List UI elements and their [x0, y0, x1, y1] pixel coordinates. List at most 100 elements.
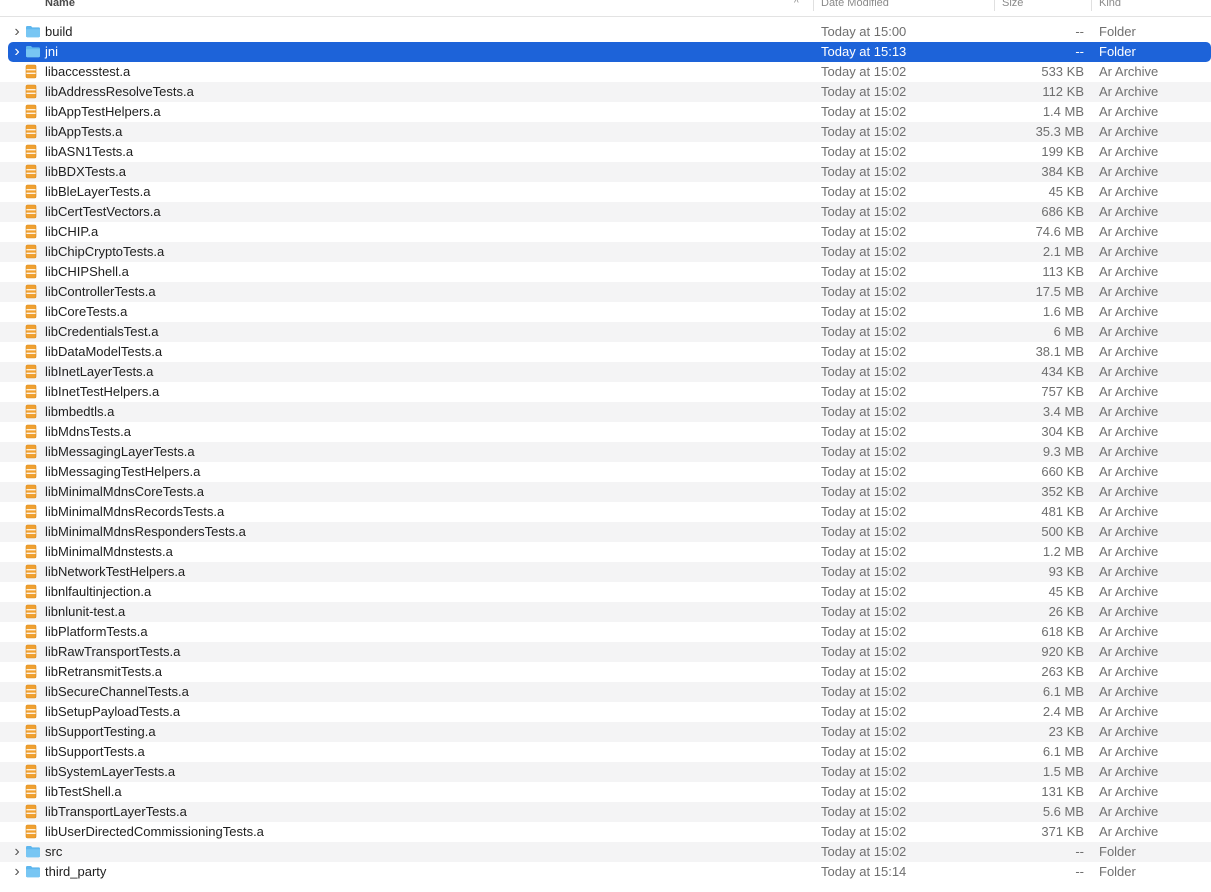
column-divider[interactable]	[994, 0, 995, 11]
column-header-size[interactable]: Size	[1002, 0, 1084, 16]
disclosure-chevron-icon[interactable]: ›	[12, 862, 22, 882]
folder-row[interactable]: › build Today at 15:00 -- Folder	[0, 22, 1211, 42]
file-row[interactable]: libAppTests.a Today at 15:02 35.3 MB Ar Arc…	[0, 122, 1211, 142]
column-divider[interactable]	[1091, 0, 1092, 11]
file-name: libMinimalMdnsRecordsTests.a	[45, 504, 225, 519]
disclosure-chevron-icon[interactable]: ›	[12, 22, 22, 42]
file-row[interactable]: libRawTransportTests.a Today at 15:02 920 …	[0, 642, 1211, 662]
file-row[interactable]: libTransportLayerTests.a Today at 15:02 5.…	[0, 802, 1211, 822]
file-row[interactable]: libRetransmitTests.a Today at 15:02 263 KB…	[0, 662, 1211, 682]
date-modified: Today at 15:02	[821, 204, 907, 219]
folder-name: jni	[45, 44, 59, 59]
file-row[interactable]: libUserDirectedCommissioningTests.a Today…	[0, 822, 1211, 842]
file-row[interactable]: libSecureChannelTests.a Today at 15:02 6.1…	[0, 682, 1211, 702]
file-row[interactable]: libMdnsTests.a Today at 15:02 304 KB Ar Arc…	[0, 422, 1211, 442]
file-row[interactable]: libnlunit-test.a Today at 15:02 26 KB Ar Ar…	[0, 602, 1211, 622]
file-kind: Ar Archive	[1099, 564, 1159, 579]
file-row[interactable]: libSystemLayerTests.a Today at 15:02 1.5 M…	[0, 762, 1211, 782]
file-kind: Ar Archive	[1099, 604, 1159, 619]
file-size: 500 KB	[1041, 524, 1084, 539]
file-kind: Ar Archive	[1099, 384, 1159, 399]
file-row[interactable]: libChipCryptoTests.a Today at 15:02 2.1 MB…	[0, 242, 1211, 262]
file-kind: Ar Archive	[1099, 664, 1159, 679]
file-row[interactable]: libAddressResolveTests.a Today at 15:02 11…	[0, 82, 1211, 102]
file-size: 93 KB	[1048, 564, 1084, 579]
file-row[interactable]: libNetworkTestHelpers.a Today at 15:02 93 …	[0, 562, 1211, 582]
file-size: 371 KB	[1041, 824, 1084, 839]
date-modified: Today at 15:02	[821, 284, 907, 299]
archive-icon	[25, 282, 41, 304]
file-size: 352 KB	[1041, 484, 1084, 499]
file-name: libMessagingLayerTests.a	[45, 444, 195, 459]
file-kind: Ar Archive	[1099, 824, 1159, 839]
folder-row[interactable]: › jni Today at 15:13 -- Folder	[8, 42, 1211, 62]
file-name: libUserDirectedCommissioningTests.a	[45, 824, 264, 839]
file-kind: Ar Archive	[1099, 164, 1159, 179]
file-kind: Ar Archive	[1099, 144, 1159, 159]
file-kind: Folder	[1099, 44, 1136, 59]
file-row[interactable]: libaccesstest.a Today at 15:02 533 KB Ar Ar…	[0, 62, 1211, 82]
file-name: libMinimalMdnsCoreTests.a	[45, 484, 204, 499]
file-name: libnlfaultinjection.a	[45, 584, 152, 599]
file-size: 17.5 MB	[1035, 284, 1084, 299]
file-row[interactable]: libAppTestHelpers.a Today at 15:02 1.4 MB A…	[0, 102, 1211, 122]
column-divider[interactable]	[813, 0, 814, 11]
file-row[interactable]: libMessagingLayerTests.a Today at 15:02 9.…	[0, 442, 1211, 462]
file-row[interactable]: libCHIP.a Today at 15:02 74.6 MB Ar Archive	[0, 222, 1211, 242]
disclosure-chevron-icon[interactable]: ›	[12, 842, 22, 862]
file-size: 1.5 MB	[1042, 764, 1084, 779]
archive-icon	[25, 342, 41, 364]
file-kind: Ar Archive	[1099, 584, 1159, 599]
file-row[interactable]: libASN1Tests.a Today at 15:02 199 KB Ar Arc…	[0, 142, 1211, 162]
date-modified: Today at 15:02	[821, 604, 907, 619]
file-row[interactable]: libCoreTests.a Today at 15:02 1.6 MB Ar Arc…	[0, 302, 1211, 322]
file-row[interactable]: libCredentialsTest.a Today at 15:02 6 MB Ar…	[0, 322, 1211, 342]
date-modified: Today at 15:02	[821, 244, 907, 259]
file-size: 6.1 MB	[1042, 684, 1084, 699]
file-row[interactable]: libControllerTests.a Today at 15:02 17.5 M…	[0, 282, 1211, 302]
file-row[interactable]: libSupportTests.a Today at 15:02 6.1 MB Ar …	[0, 742, 1211, 762]
archive-icon	[25, 722, 41, 744]
file-kind: Ar Archive	[1099, 324, 1159, 339]
file-name: libSetupPayloadTests.a	[45, 704, 181, 719]
column-header-kind[interactable]: Kind	[1099, 0, 1209, 16]
file-row[interactable]: libMinimalMdnsRespondersTests.a Today at …	[0, 522, 1211, 542]
file-row[interactable]: libmbedtls.a Today at 15:02 3.4 MB Ar Archi…	[0, 402, 1211, 422]
file-kind: Ar Archive	[1099, 304, 1159, 319]
file-row[interactable]: libMinimalMdnsCoreTests.a Today at 15:02 3…	[0, 482, 1211, 502]
disclosure-chevron-icon[interactable]: ›	[12, 42, 22, 62]
file-row[interactable]: libCHIPShell.a Today at 15:02 113 KB Ar Arc…	[0, 262, 1211, 282]
file-row[interactable]: libMinimalMdnsRecordsTests.a Today at 15:…	[0, 502, 1211, 522]
file-size: 1.4 MB	[1042, 104, 1084, 119]
folder-row[interactable]: › src Today at 15:02 -- Folder	[0, 842, 1211, 862]
file-kind: Ar Archive	[1099, 704, 1159, 719]
column-header-name[interactable]: Name	[45, 0, 785, 16]
file-kind: Ar Archive	[1099, 364, 1159, 379]
archive-icon	[25, 62, 41, 84]
file-size: 618 KB	[1041, 624, 1084, 639]
file-size: --	[1075, 44, 1084, 59]
date-modified: Today at 15:02	[821, 444, 907, 459]
file-row[interactable]: libMessagingTestHelpers.a Today at 15:02 6…	[0, 462, 1211, 482]
file-row[interactable]: libInetTestHelpers.a Today at 15:02 757 KB…	[0, 382, 1211, 402]
file-row[interactable]: libDataModelTests.a Today at 15:02 38.1 MB…	[0, 342, 1211, 362]
file-row[interactable]: libCertTestVectors.a Today at 15:02 686 KB…	[0, 202, 1211, 222]
folder-icon	[25, 862, 41, 885]
file-size: 920 KB	[1041, 644, 1084, 659]
folder-row[interactable]: › third_party Today at 15:14 -- Folder	[0, 862, 1211, 882]
file-kind: Ar Archive	[1099, 764, 1159, 779]
file-row[interactable]: libBleLayerTests.a Today at 15:02 45 KB Ar …	[0, 182, 1211, 202]
file-row[interactable]: libTestShell.a Today at 15:02 131 KB Ar Arc…	[0, 782, 1211, 802]
column-header-date-modified[interactable]: Date Modified	[821, 0, 991, 16]
archive-icon	[25, 102, 41, 124]
file-row[interactable]: libBDXTests.a Today at 15:02 384 KB Ar Arch…	[0, 162, 1211, 182]
file-row[interactable]: libInetLayerTests.a Today at 15:02 434 KB A…	[0, 362, 1211, 382]
file-row[interactable]: libnlfaultinjection.a Today at 15:02 45 KB…	[0, 582, 1211, 602]
file-kind: Ar Archive	[1099, 284, 1159, 299]
file-row[interactable]: libSetupPayloadTests.a Today at 15:02 2.4 …	[0, 702, 1211, 722]
file-row[interactable]: libMinimalMdnstests.a Today at 15:02 1.2 M…	[0, 542, 1211, 562]
archive-icon	[25, 422, 41, 444]
file-row[interactable]: libPlatformTests.a Today at 15:02 618 KB Ar…	[0, 622, 1211, 642]
file-kind: Ar Archive	[1099, 64, 1159, 79]
file-row[interactable]: libSupportTesting.a Today at 15:02 23 KB Ar…	[0, 722, 1211, 742]
